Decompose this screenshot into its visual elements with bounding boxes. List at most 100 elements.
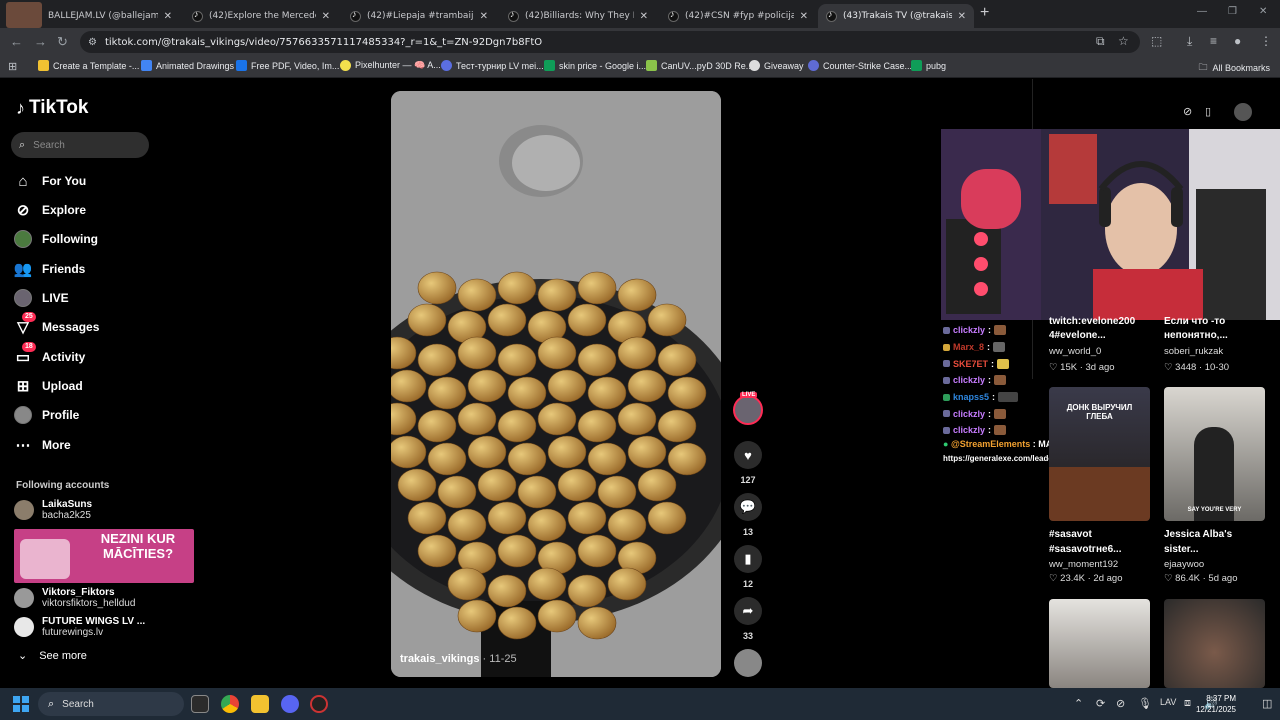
address-bar[interactable]: ⚙ tiktok.com/@trakais_vikings/video/7576… xyxy=(80,31,1140,53)
nav-following[interactable]: Following xyxy=(14,229,98,249)
steelseries-icon[interactable] xyxy=(310,695,328,713)
bookmark-item[interactable]: Counter-Strike Case... xyxy=(808,60,912,71)
tray-app-icon[interactable]: ⟳ xyxy=(1096,697,1105,710)
apps-grid-icon[interactable]: ⊞ xyxy=(8,60,17,73)
account-icon[interactable]: ● xyxy=(1234,34,1241,48)
comment-button[interactable]: 💬 13 xyxy=(732,493,764,537)
menu-icon[interactable]: ⋮ xyxy=(1260,34,1272,48)
bookmark-item[interactable]: Animated Drawings xyxy=(141,60,234,71)
potato xyxy=(487,303,527,337)
close-icon[interactable]: ✕ xyxy=(480,11,488,22)
maximize-icon[interactable]: ❐ xyxy=(1228,6,1237,17)
chat-line: Marx_8: xyxy=(943,339,1018,356)
bookmark-item[interactable]: Тест-турнир LV mei... xyxy=(441,60,544,71)
browser-tab[interactable]: (42)#CSN #fyp #policija #sadur ✕ xyxy=(660,4,816,28)
minimize-icon[interactable]: — xyxy=(1197,6,1207,17)
taskbar-clock[interactable]: 8:37 PM 12/21/2025 xyxy=(1196,693,1236,715)
potato xyxy=(417,409,457,443)
chat-badge-icon xyxy=(943,360,950,368)
reload-icon[interactable]: ↻ xyxy=(57,34,68,50)
sound-avatar[interactable] xyxy=(734,649,762,677)
close-icon[interactable]: ✕ xyxy=(958,11,966,22)
bookmark-item[interactable]: Giveaway xyxy=(749,60,804,71)
related-video-partial[interactable]: twitch:evelone200 4#evelone... ww_world_… xyxy=(1049,315,1149,375)
see-more-button[interactable]: ⌄ See more xyxy=(18,649,87,663)
close-icon[interactable]: ✕ xyxy=(322,11,330,22)
tray-chevron-icon[interactable]: ⌃ xyxy=(1074,697,1083,710)
logo-text: TikTok xyxy=(29,97,89,118)
related-video[interactable]: ДОНК ВЫРУЧИЛ ГЛЕБА #sasavot #sasavotгне6… xyxy=(1049,387,1150,584)
nav-for-you[interactable]: ⌂ For You xyxy=(14,171,86,191)
microphone-icon[interactable]: 🎙 xyxy=(1138,697,1152,710)
related-video[interactable] xyxy=(1049,599,1150,688)
nav-friends[interactable]: 👥 Friends xyxy=(14,259,86,279)
share-button[interactable]: ➦ 33 xyxy=(732,597,764,641)
close-icon[interactable]: ✕ xyxy=(164,11,172,22)
related-video-partial[interactable]: Если что -то непонятно,... soberi_rukzak… xyxy=(1164,315,1264,375)
site-info-icon[interactable]: ⚙ xyxy=(88,37,97,48)
taskbar-search[interactable]: ⌕ Search xyxy=(38,692,184,716)
chrome-icon[interactable] xyxy=(221,695,239,713)
bookmark-item[interactable]: CanUV...pyD 30D Re... xyxy=(646,60,753,71)
notifications-icon[interactable]: ◫ xyxy=(1262,697,1272,710)
save-button[interactable]: ▮ 12 xyxy=(732,545,764,589)
close-icon[interactable]: ✕ xyxy=(640,11,648,22)
reading-list-icon[interactable]: ≡ xyxy=(1210,34,1217,48)
bookmark-item[interactable]: Create a Template -... xyxy=(38,60,139,71)
related-video[interactable] xyxy=(1164,599,1265,688)
like-button[interactable]: ♥ 127 xyxy=(732,441,764,485)
all-bookmarks[interactable]: 🗀 All Bookmarks xyxy=(1198,60,1270,76)
nav-explore[interactable]: ⊘ Explore xyxy=(14,200,86,220)
browser-tab[interactable]: BALLEJAM.LV (@ballejam.lv) | T ✕ xyxy=(40,4,180,28)
new-tab-icon[interactable]: + xyxy=(980,4,989,22)
tray-app-icon[interactable]: ⊘ xyxy=(1116,697,1125,710)
extensions-icon[interactable]: ⬚ xyxy=(1151,34,1162,48)
creator-live-avatar[interactable]: LIVE xyxy=(733,392,763,425)
bookmark-item[interactable]: pubg xyxy=(911,60,946,71)
account-name: LaikaSuns xyxy=(42,499,93,510)
potato xyxy=(487,574,527,608)
nav-more[interactable]: ⋯ More xyxy=(14,435,71,455)
potato xyxy=(547,435,587,469)
install-app-icon[interactable]: ⧉ xyxy=(1096,34,1105,49)
bookmark-label: Giveaway xyxy=(764,60,804,71)
related-video[interactable]: SAY YOU'RE VERY Jessica Alba's sister...… xyxy=(1164,387,1265,584)
user-avatar[interactable] xyxy=(1234,103,1252,121)
window-close-icon[interactable]: ✕ xyxy=(1259,6,1267,17)
nav-upload[interactable]: ⊞ Upload xyxy=(14,376,83,396)
download-icon[interactable]: ⤓ xyxy=(1187,34,1192,49)
ad-banner[interactable]: NEZINI KUR MĀCĪTIES? xyxy=(14,529,194,583)
following-account[interactable]: LaikaSuns bacha2k25 xyxy=(14,499,92,521)
tiktok-logo[interactable]: ♪ TikTok xyxy=(16,97,88,119)
bookmark-item[interactable]: Free PDF, Video, Im... xyxy=(236,60,339,71)
close-icon[interactable]: ✕ xyxy=(800,11,808,22)
search-input[interactable]: ⌕ Search xyxy=(11,132,149,158)
video-author[interactable]: trakais_vikings xyxy=(400,653,480,665)
bookmark-item[interactable]: Pixelhunter — 🧠 A... xyxy=(340,60,441,71)
back-icon[interactable]: ← xyxy=(10,34,23,49)
potato xyxy=(487,501,527,535)
browser-tab[interactable]: (42)#Liepaja #trambaija #Aigar ✕ xyxy=(342,4,496,28)
browser-tab[interactable]: (42)Billiards: Why They Fear Me ✕ xyxy=(500,4,656,28)
compass-icon[interactable]: ⊘ xyxy=(1183,105,1192,118)
device-icon[interactable]: ▯ xyxy=(1205,105,1211,118)
forward-icon[interactable]: → xyxy=(34,34,47,49)
task-view-icon[interactable] xyxy=(191,695,209,713)
bookmark-star-icon[interactable]: ☆ xyxy=(1118,34,1129,48)
bookmark-item[interactable]: skin price - Google i... xyxy=(544,60,646,71)
browser-tab[interactable]: (42)Explore the Mercedes AMG ✕ xyxy=(184,4,338,28)
language-indicator[interactable]: LAV xyxy=(1160,697,1176,707)
profile-avatar[interactable]: X5 xyxy=(6,2,42,42)
discord-icon[interactable] xyxy=(281,695,299,713)
video-player[interactable]: trakais_vikings · 11-25 xyxy=(391,91,721,677)
nav-messages[interactable]: ▽ 25 Messages xyxy=(14,312,99,337)
nav-profile[interactable]: Profile xyxy=(14,405,79,425)
browser-tab-active[interactable]: (43)Trakais TV (@trakais_vikings ✕ xyxy=(818,4,974,28)
nav-live[interactable]: LIVE xyxy=(14,288,69,308)
following-account[interactable]: FUTURE WINGS LV ... futurewings.lv xyxy=(14,616,145,638)
file-explorer-icon[interactable] xyxy=(251,695,269,713)
following-account[interactable]: Viktors_Fiktors viktorsfiktors_helldud xyxy=(14,587,135,609)
windows-start-icon[interactable] xyxy=(13,696,29,712)
nav-activity[interactable]: ▭ 18 Activity xyxy=(14,342,85,367)
network-icon[interactable]: ⧈ xyxy=(1184,697,1191,710)
